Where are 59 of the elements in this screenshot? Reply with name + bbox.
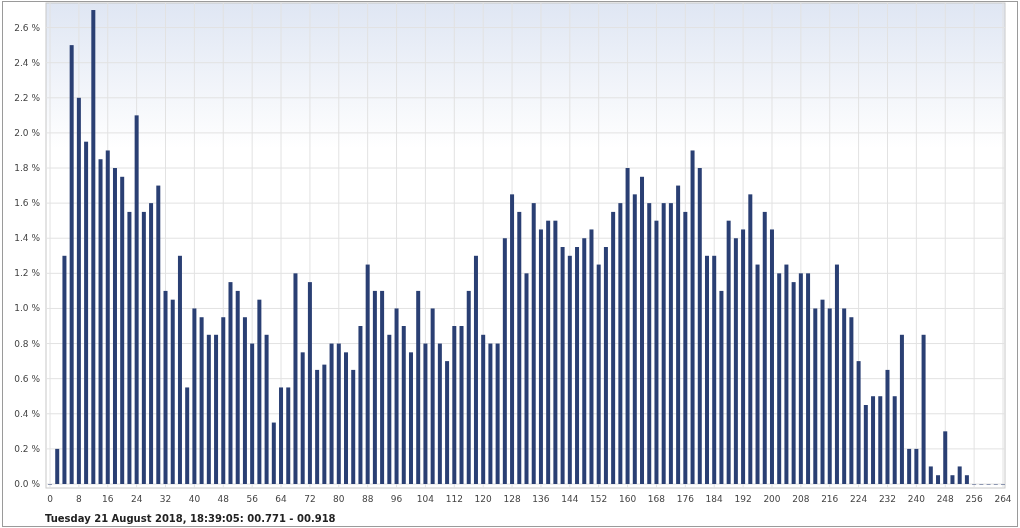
x-axis-label: 144 — [561, 494, 579, 504]
x-axis-label: 48 — [217, 494, 229, 504]
x-axis-label: 184 — [705, 494, 723, 504]
x-axis-label: 72 — [304, 494, 316, 504]
bar — [914, 448, 919, 484]
bar — [271, 422, 276, 484]
x-axis-label: 136 — [532, 494, 550, 504]
y-axis-label: 1.0 % — [14, 303, 40, 314]
x-axis-label: 128 — [503, 494, 521, 504]
x-axis-label: 208 — [792, 494, 810, 504]
x-axis-label: 216 — [821, 494, 839, 504]
x-axis-label: 240 — [907, 494, 925, 504]
y-axis-label: 0.6 % — [14, 373, 40, 384]
x-axis-label: 200 — [763, 494, 781, 504]
x-axis-label: 168 — [647, 494, 666, 504]
bar — [907, 448, 912, 484]
y-axis-label: 2.4 % — [14, 57, 40, 68]
x-axis-label: 176 — [676, 494, 694, 504]
x-axis-label: 152 — [590, 494, 608, 504]
x-axis-label: 0 — [47, 494, 53, 504]
bar — [957, 466, 962, 484]
y-axis-label: 2.0 % — [14, 127, 40, 138]
x-axis-label: 192 — [734, 494, 752, 504]
x-axis-label: 224 — [850, 494, 868, 504]
bar — [943, 431, 948, 484]
x-axis-label: 248 — [936, 494, 954, 504]
y-axis-label: 1.4 % — [14, 233, 40, 244]
x-axis-label: 256 — [965, 494, 983, 504]
x-axis-label: 112 — [445, 494, 463, 504]
bar — [928, 466, 933, 484]
x-axis-label: 120 — [474, 494, 492, 504]
y-axis-label: 0.4 % — [14, 408, 40, 419]
y-axis-label: 0.0 % — [14, 479, 40, 489]
y-axis-label: 2.2 % — [14, 92, 40, 103]
x-axis-label: 32 — [159, 494, 172, 504]
y-axis-label: 1.2 % — [14, 268, 40, 279]
x-axis-label: 64 — [275, 494, 287, 504]
x-axis-label: 8 — [76, 494, 82, 504]
x-axis-label: 264 — [994, 494, 1012, 504]
x-axis-label: 80 — [333, 494, 345, 504]
x-axis-label: 24 — [130, 494, 143, 504]
chart-caption: Tuesday 21 August 2018, 18:39:05: 00.771 - 00.918 — [44, 513, 337, 525]
x-axis-label: 40 — [188, 494, 201, 504]
x-axis-label: 160 — [619, 494, 637, 504]
y-axis-label: 1.8 % — [14, 163, 40, 173]
bar — [964, 475, 969, 484]
y-axis-label: 0.2 % — [14, 443, 40, 454]
bar — [950, 475, 955, 484]
x-axis-label: 16 — [102, 494, 114, 504]
y-axis-label: 1.6 % — [14, 198, 40, 209]
y-axis-label: 2.6 % — [14, 22, 40, 33]
x-axis-label: 88 — [361, 494, 374, 504]
x-axis-label: 56 — [246, 494, 258, 504]
x-axis-label: 232 — [878, 494, 897, 504]
x-axis-label: 104 — [416, 494, 434, 504]
x-axis-label: 96 — [390, 494, 403, 504]
y-axis-label: 0.8 % — [14, 338, 40, 349]
bar — [936, 475, 940, 484]
bar — [55, 448, 60, 484]
